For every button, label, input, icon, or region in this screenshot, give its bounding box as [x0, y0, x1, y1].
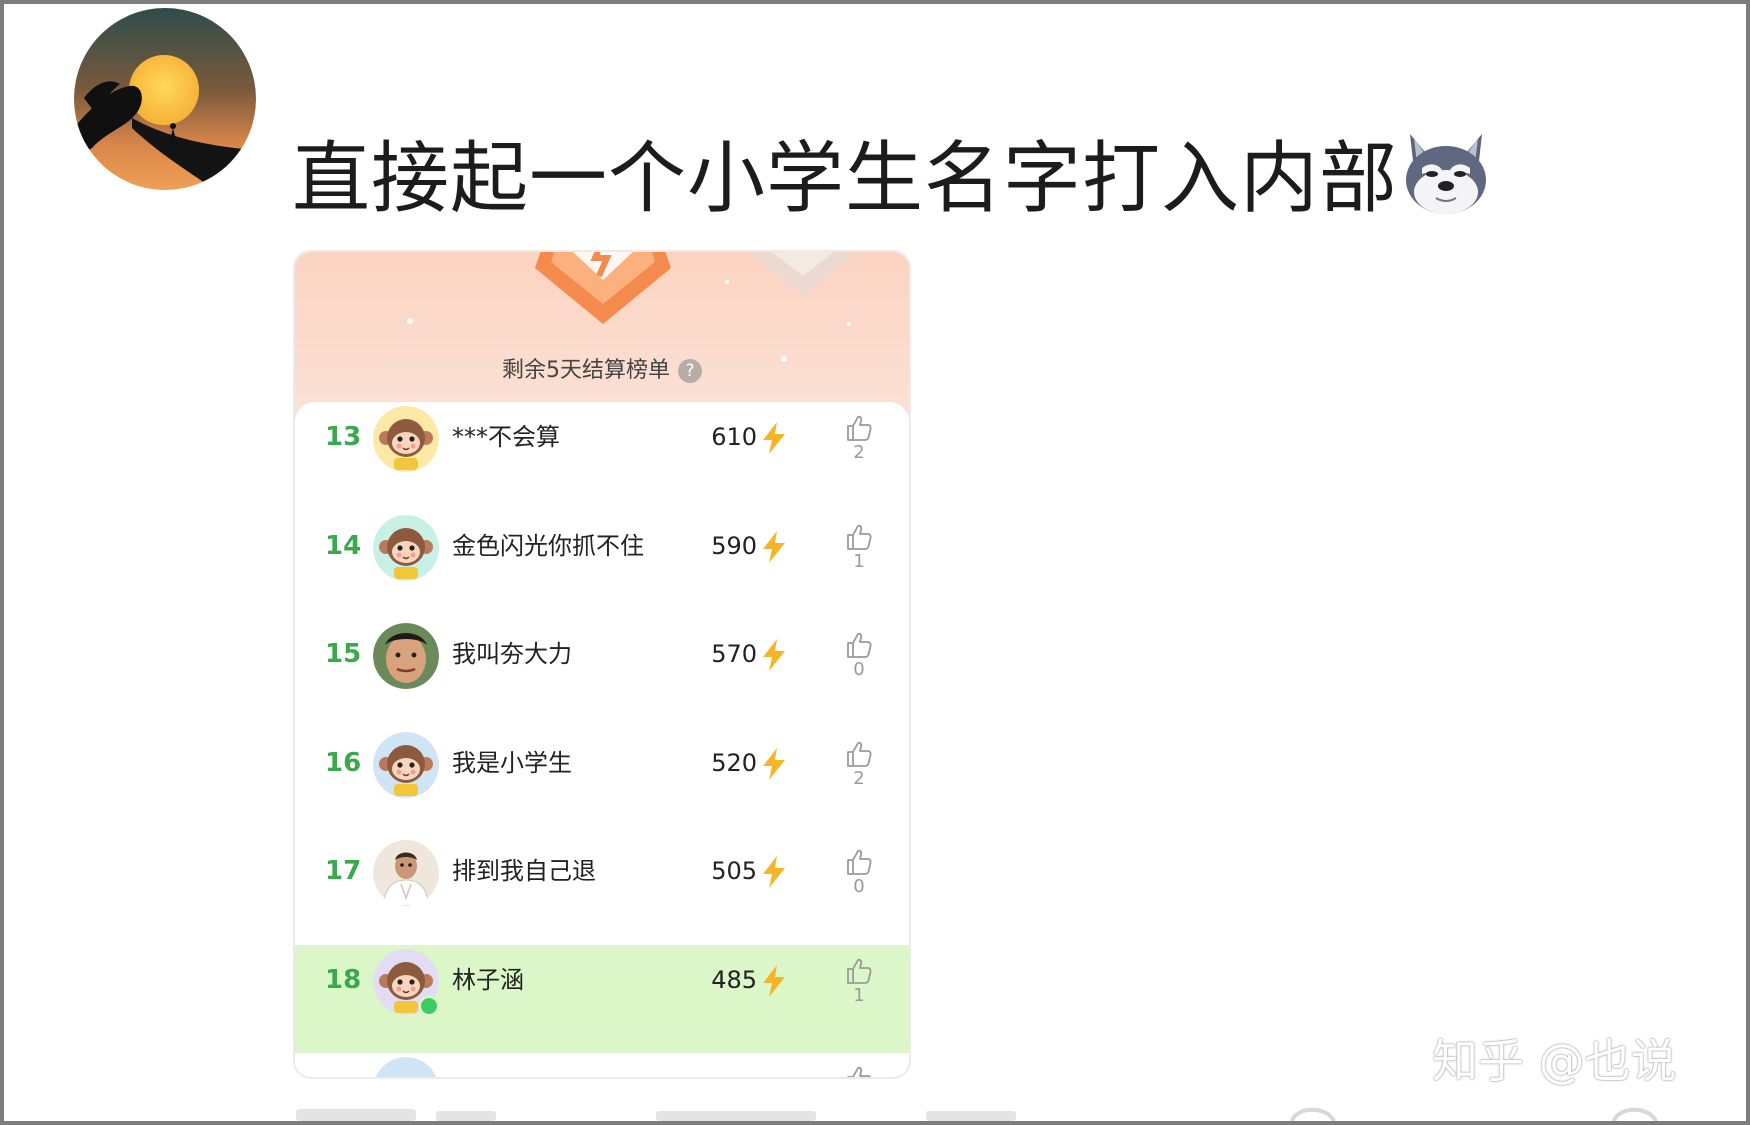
- user-name: ***不会算: [452, 423, 560, 451]
- cropped-next-content: [296, 1107, 1658, 1121]
- user-score: 505: [711, 857, 757, 885]
- like-count: 1: [853, 550, 865, 572]
- leaderboard-row-current-user[interactable]: 18 林子涵 485 1: [295, 944, 909, 1053]
- user-score: 485: [711, 965, 757, 994]
- user-name: 排到我自己退: [452, 857, 596, 885]
- user-avatar[interactable]: [373, 514, 439, 581]
- sparkle: [407, 318, 413, 324]
- sparkle: [847, 322, 851, 326]
- zhihu-watermark: 知乎 @也说: [1432, 1034, 1677, 1088]
- like-count: 2: [853, 442, 865, 463]
- help-icon[interactable]: ?: [678, 359, 702, 383]
- user-name: 林子涵: [452, 965, 524, 994]
- leaderboard-row-partial: [295, 1053, 909, 1077]
- user-score: 570: [711, 640, 757, 668]
- thumbs-up-icon[interactable]: [845, 414, 873, 442]
- person-avatar-icon: [373, 623, 439, 689]
- user-score: 520: [711, 748, 757, 777]
- user-name: 金色闪光你抓不住: [452, 531, 644, 560]
- user-avatar[interactable]: [373, 840, 439, 906]
- person-avatar-icon: [373, 840, 439, 906]
- user-score: 590: [711, 531, 757, 560]
- leaderboard-row[interactable]: 17 排到我自己退 505 0: [295, 836, 909, 945]
- user-avatar-partial: [373, 1057, 439, 1077]
- monkey-avatar-icon: [373, 514, 439, 581]
- post-text: 直接起一个小学生名字打入内部: [292, 122, 1492, 224]
- rank-number: 15: [325, 639, 362, 669]
- leaderboard-row[interactable]: 15 我叫夯大力 570 0: [295, 619, 909, 728]
- rank-number: 13: [325, 422, 362, 452]
- like-count: 0: [853, 659, 865, 680]
- thumbs-up-icon[interactable]: [845, 957, 873, 985]
- leaderboard-card: 剩余5天结算榜单? 13 ***不会算 610 2 14 金色闪光你抓不住 59…: [295, 252, 909, 1077]
- user-avatar[interactable]: [373, 406, 439, 472]
- rank-medal-icon: [535, 252, 671, 324]
- monkey-avatar-icon: [373, 731, 439, 798]
- lightning-icon: [763, 530, 785, 563]
- rank-number: 17: [325, 856, 362, 886]
- user-name: 我是小学生: [452, 748, 572, 777]
- lightning-icon: [763, 747, 785, 780]
- user-score: 610: [711, 423, 757, 451]
- lightning-icon: [763, 639, 785, 671]
- leaderboard-list: 13 ***不会算 610 2 14 金色闪光你抓不住 590 1 15 我叫夯…: [295, 402, 909, 1077]
- thumbs-up-icon[interactable]: [845, 740, 873, 768]
- user-name: 我叫夯大力: [452, 640, 572, 668]
- leaderboard-row[interactable]: 14 金色闪光你抓不住 590 1: [295, 511, 909, 620]
- sparkle: [725, 280, 729, 284]
- leaderboard-row[interactable]: 16 我是小学生 520 2: [295, 728, 909, 837]
- lightning-icon: [763, 856, 785, 888]
- lightning-icon: [763, 422, 785, 454]
- thumbs-up-icon: [847, 1066, 872, 1077]
- wolf-emoji-icon: [1406, 134, 1487, 214]
- thumbs-up-icon[interactable]: [845, 848, 873, 876]
- settlement-row: 剩余5天结算榜单?: [295, 352, 909, 384]
- post-text-content: 直接起一个小学生名字打入内部: [292, 134, 1399, 224]
- rank-number: 16: [325, 747, 362, 778]
- lightning-icon: [763, 964, 785, 997]
- poster-avatar[interactable]: [74, 8, 256, 190]
- rank-number: 18: [325, 964, 362, 995]
- next-medal-icon: [753, 252, 853, 296]
- user-avatar[interactable]: [373, 731, 439, 798]
- user-avatar[interactable]: [373, 623, 439, 689]
- like-count: 0: [853, 876, 865, 897]
- thumbs-up-icon[interactable]: [845, 523, 873, 551]
- online-status-dot: [419, 995, 439, 1016]
- monkey-avatar-icon: [373, 406, 439, 472]
- settlement-text: 剩余5天结算榜单: [502, 358, 670, 383]
- rank-number: 14: [325, 530, 362, 561]
- thumbs-up-icon[interactable]: [845, 631, 873, 659]
- leaderboard-header: 剩余5天结算榜单?: [295, 252, 909, 422]
- like-count: 2: [853, 767, 865, 789]
- leaderboard-row[interactable]: 13 ***不会算 610 2: [295, 402, 909, 511]
- like-count: 1: [853, 984, 865, 1006]
- screenshot-frame: 直接起一个小学生名字打入内部 剩余5天结算榜单 ? 13 ***不会算 610 …: [0, 0, 1750, 1125]
